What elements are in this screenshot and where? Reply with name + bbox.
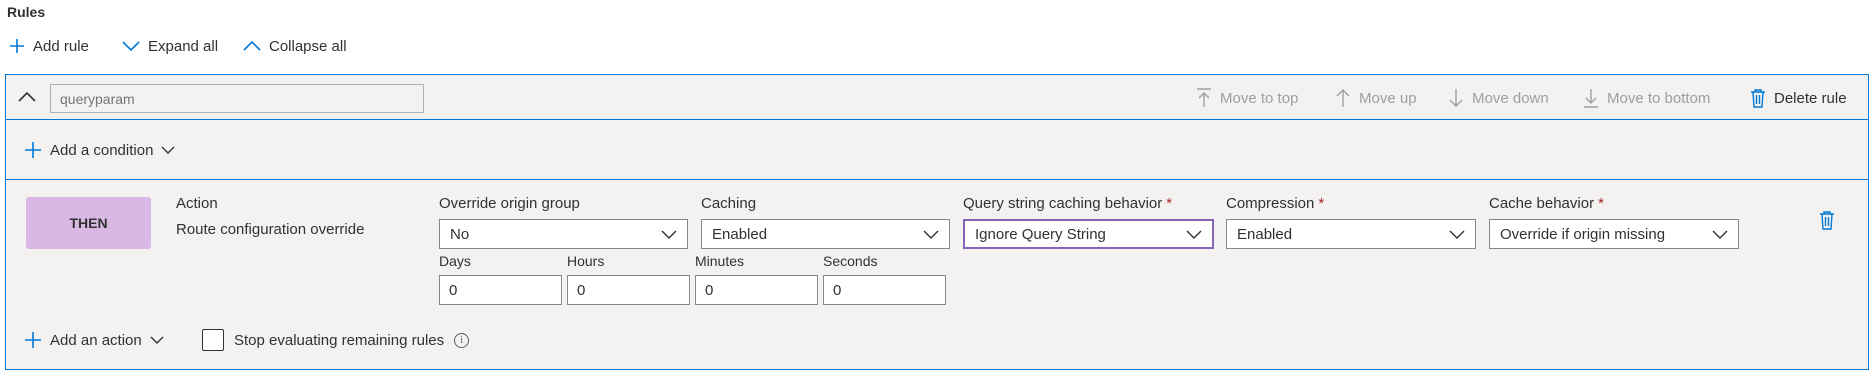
days-label: Days <box>439 253 471 269</box>
delete-rule-button[interactable]: Delete rule <box>1750 88 1847 108</box>
caching-dropdown[interactable]: Enabled <box>701 219 950 249</box>
required-marker: * <box>1318 195 1325 212</box>
action-value: Route configuration override <box>176 221 365 238</box>
add-rule-button[interactable]: Add rule <box>9 36 89 56</box>
move-to-bottom-icon <box>1584 89 1598 108</box>
chevron-down-icon <box>150 336 164 344</box>
chevron-down-icon <box>1712 230 1728 239</box>
stop-evaluating-option: Stop evaluating remaining rules i <box>202 329 470 351</box>
move-to-bottom-label: Move to bottom <box>1607 89 1711 107</box>
chevron-down-icon <box>122 41 140 52</box>
arrow-up-icon <box>1336 89 1350 107</box>
add-rule-label: Add rule <box>33 37 89 55</box>
override-origin-group-label: Override origin group <box>439 195 580 212</box>
chevron-down-icon <box>923 230 939 239</box>
move-up-button[interactable]: Move up <box>1335 88 1417 108</box>
seconds-input[interactable] <box>823 275 946 305</box>
stop-evaluating-label: Stop evaluating remaining rules <box>234 331 445 349</box>
cache-behavior-label-text: Cache behavior <box>1489 195 1595 212</box>
required-marker: * <box>1598 195 1604 212</box>
cache-behavior-dropdown[interactable]: Override if origin missing <box>1489 219 1739 249</box>
expand-all-label: Expand all <box>148 37 219 55</box>
collapse-all-label: Collapse all <box>269 37 347 55</box>
query-string-label: Query string caching behavior * <box>963 195 1172 212</box>
query-string-value: Ignore Query String <box>975 225 1106 243</box>
plus-icon <box>25 332 41 348</box>
arrow-down-icon <box>1449 89 1463 107</box>
collapse-all-button[interactable]: Collapse all <box>243 36 347 56</box>
delete-rule-label: Delete rule <box>1774 89 1847 107</box>
chevron-up-icon <box>243 40 261 51</box>
move-down-label: Move down <box>1472 89 1549 107</box>
seconds-label: Seconds <box>823 253 878 269</box>
trash-icon <box>1820 211 1834 230</box>
stop-evaluating-checkbox[interactable] <box>202 329 224 351</box>
override-origin-group-dropdown[interactable]: No <box>439 219 688 249</box>
caching-value: Enabled <box>712 225 768 243</box>
plus-icon <box>10 39 24 53</box>
cache-behavior-value: Override if origin missing <box>1500 225 1666 243</box>
chevron-down-icon <box>1186 230 1202 239</box>
hours-label: Hours <box>567 253 605 269</box>
add-action-label: Add an action <box>50 331 142 349</box>
collapse-rule-button[interactable] <box>18 90 36 108</box>
add-condition-button[interactable]: Add a condition <box>24 141 175 159</box>
info-icon[interactable]: i <box>454 332 470 348</box>
query-string-dropdown[interactable]: Ignore Query String <box>963 219 1214 249</box>
cache-behavior-label: Cache behavior * <box>1489 195 1604 212</box>
compression-dropdown[interactable]: Enabled <box>1226 219 1476 249</box>
caching-label: Caching <box>701 195 757 212</box>
hours-input[interactable] <box>567 275 690 305</box>
compression-label: Compression * <box>1226 195 1324 212</box>
expand-all-button[interactable]: Expand all <box>122 36 218 56</box>
move-to-bottom-button[interactable]: Move to bottom <box>1583 88 1710 108</box>
days-input[interactable] <box>439 275 562 305</box>
override-origin-group-value: No <box>450 225 470 243</box>
then-badge: THEN <box>26 197 151 249</box>
move-to-top-label: Move to top <box>1220 89 1299 107</box>
compression-value: Enabled <box>1237 225 1293 243</box>
action-header: Action <box>176 195 218 212</box>
move-to-top-button[interactable]: Move to top <box>1196 88 1298 108</box>
chevron-up-icon <box>18 91 36 102</box>
delete-action-button[interactable] <box>1819 210 1835 235</box>
move-up-label: Move up <box>1359 89 1417 107</box>
trash-icon <box>1751 89 1765 108</box>
chevron-down-icon <box>661 230 677 239</box>
plus-icon <box>25 142 41 158</box>
move-to-top-icon <box>1197 88 1211 107</box>
add-condition-label: Add a condition <box>50 141 154 159</box>
chevron-down-icon <box>161 146 175 154</box>
minutes-input[interactable] <box>695 275 818 305</box>
rule-name-input[interactable] <box>50 84 424 113</box>
query-string-label-text: Query string caching behavior <box>963 195 1163 212</box>
add-action-button[interactable]: Add an action <box>24 331 164 349</box>
section-title: Rules <box>7 4 46 20</box>
move-down-button[interactable]: Move down <box>1448 88 1549 108</box>
compression-label-text: Compression <box>1226 195 1315 212</box>
chevron-down-icon <box>1449 230 1465 239</box>
required-marker: * <box>1166 195 1173 212</box>
condition-row <box>5 121 1869 180</box>
minutes-label: Minutes <box>695 253 745 269</box>
